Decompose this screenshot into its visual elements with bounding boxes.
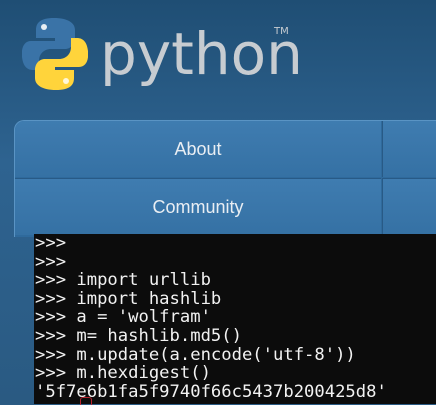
console-line: >>> (35, 251, 67, 272)
python-console[interactable]: >>> >>> >>> import urllib >>> import has… (34, 234, 436, 404)
nav-item-next-partial-2[interactable] (382, 178, 436, 235)
console-line: >>> (35, 234, 67, 253)
console-line: >>> m= hashlib.md5() (35, 325, 242, 346)
console-line: >>> import urllib (35, 270, 211, 291)
trademark-label: TM (274, 26, 289, 37)
nav-item-about[interactable]: About (15, 121, 381, 177)
nav-item-community[interactable]: Community (15, 178, 381, 235)
console-output-line: '5f7e6b1fa5f9740f66c5437b200425d8' (35, 381, 387, 402)
nav-item-next-partial[interactable] (382, 121, 436, 177)
console-line: >>> a = 'wolfram' (35, 307, 211, 328)
python-wordmark: python (100, 20, 303, 88)
console-line: >>> m.update(a.encode('utf-8')) (35, 344, 356, 365)
main-navigation: About Community (14, 120, 436, 237)
console-line: >>> import hashlib (35, 288, 222, 309)
python-logo[interactable]: python TM (18, 12, 308, 96)
python-snake-icon (22, 18, 88, 90)
console-line: >>> m.hexdigest() (35, 363, 211, 384)
